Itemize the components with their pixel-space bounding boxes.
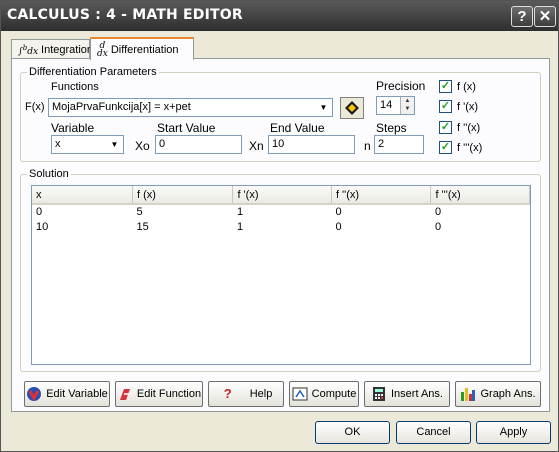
table-cell: 0 (36, 206, 43, 218)
end-value-label: End Value (270, 121, 325, 135)
table-header-row: x f (x) f '(x) f ''(x) f '''(x) (32, 186, 530, 205)
table-cell: 15 (136, 220, 149, 233)
steps-value: 2 (378, 138, 385, 150)
apply-button[interactable]: Apply (476, 421, 551, 444)
chevron-down-icon: ▼ (110, 140, 119, 149)
help-title-button[interactable]: ? (511, 6, 533, 27)
insert-answer-button[interactable]: Insert Ans. (364, 381, 450, 407)
table-row[interactable]: 0 5 1 0 0 (32, 204, 530, 219)
edit-function-icon (119, 389, 130, 400)
window-title: CALCULUS : 4 - MATH EDITOR (7, 7, 243, 23)
precision-value: 14 (380, 99, 393, 111)
math-editor-window: CALCULUS : 4 - MATH EDITOR ? ✕ ∫bdx Inte… (0, 0, 559, 452)
table-cell: 0 (335, 220, 342, 233)
graph-answer-button[interactable]: Graph Ans. (455, 381, 541, 407)
check-fx-label: f (x) (457, 80, 476, 93)
variable-combo[interactable]: x ▼ (51, 135, 124, 154)
functions-label: Functions (51, 81, 99, 93)
tab-label: Differentiation (110, 43, 179, 56)
start-value-input[interactable]: 0 (155, 135, 242, 154)
check-f3x[interactable]: ✓ f '''(x) (439, 141, 482, 154)
check-fx[interactable]: ✓ f (x) (439, 80, 476, 93)
differentiation-panel: Differentiation Parameters Functions F(x… (11, 58, 550, 412)
column-header[interactable]: f (x) (132, 186, 234, 205)
solution-table[interactable]: x f (x) f '(x) f ''(x) f '''(x) 0 5 1 0 … (31, 185, 531, 365)
help-button[interactable]: ? Help (208, 381, 284, 407)
close-title-button[interactable]: ✕ (534, 6, 556, 27)
bar-chart-icon (461, 388, 476, 401)
fx-label: F(x) (25, 101, 45, 113)
n-prefix: n (364, 139, 371, 153)
end-value-input[interactable]: 10 (268, 135, 355, 154)
column-header[interactable]: f ''(x) (331, 186, 432, 205)
start-value: 0 (159, 138, 166, 150)
function-combo[interactable]: MojaPrvaFunkcija[x] = x+pet ▼ (48, 98, 333, 117)
steps-input[interactable]: 2 (374, 135, 424, 154)
column-header[interactable]: f '(x) (232, 186, 332, 205)
edit-function-label: Edit Function (136, 388, 202, 400)
ok-button[interactable]: OK (315, 421, 390, 444)
help-label: Help (249, 388, 273, 400)
table-cell: 0 (434, 206, 442, 218)
edit-variable-icon (27, 387, 42, 402)
checkmark-icon: ✓ (439, 100, 452, 113)
solution-group-label: Solution (27, 168, 71, 180)
graph-answer-label: Graph Ans. (480, 388, 536, 400)
check-f1x-label: f '(x) (457, 100, 479, 113)
checkmark-icon: ✓ (439, 80, 452, 93)
variable-value: x (55, 138, 61, 150)
title-bar[interactable]: CALCULUS : 4 - MATH EDITOR ? ✕ (1, 1, 558, 31)
check-f3x-label: f '''(x) (457, 141, 483, 154)
chevron-down-icon: ▼ (319, 103, 328, 112)
compute-icon (292, 387, 308, 401)
column-header[interactable]: f '''(x) (430, 186, 530, 205)
compute-label: Compute (311, 388, 357, 400)
table-cell: 10 (36, 220, 49, 233)
check-f1x[interactable]: ✓ f '(x) (439, 100, 478, 113)
function-pen-icon (345, 101, 359, 115)
x0-prefix: Xo (135, 139, 150, 153)
table-cell: 0 (434, 220, 442, 233)
tab-integration[interactable]: ∫bdx Integration (11, 39, 94, 59)
end-value: 10 (272, 138, 285, 150)
calculator-icon (373, 387, 385, 401)
tab-label: Integration (41, 43, 94, 56)
check-f2x[interactable]: ✓ f ''(x) (439, 121, 480, 134)
table-cell: 1 (236, 206, 244, 218)
steps-label: Steps (376, 121, 407, 135)
insert-answer-label: Insert Ans. (391, 388, 443, 400)
xn-prefix: Xn (249, 139, 264, 153)
parameters-group-label: Differentiation Parameters (27, 66, 159, 78)
precision-spinner[interactable]: 14 ▲ ▼ (376, 96, 415, 115)
integral-icon: ∫bdx (18, 43, 39, 57)
column-header[interactable]: x (32, 186, 133, 205)
edit-variable-label: Edit Variable (46, 388, 108, 400)
table-cell: 0 (335, 206, 342, 218)
cancel-button[interactable]: Cancel (396, 421, 471, 444)
checkmark-icon: ✓ (439, 121, 452, 134)
function-value: MojaPrvaFunkcija[x] = x+pet (52, 101, 191, 113)
spinner-arrows-icon[interactable]: ▲ ▼ (400, 97, 414, 114)
start-value-label: Start Value (157, 121, 216, 135)
derivative-icon: d dx (97, 40, 108, 59)
edit-function-button[interactable]: Edit Function (115, 381, 203, 407)
function-editor-button[interactable] (340, 97, 364, 119)
check-f2x-label: f ''(x) (457, 121, 481, 134)
table-cell: 1 (236, 220, 244, 233)
checkmark-icon: ✓ (439, 141, 452, 154)
variable-label: Variable (51, 121, 95, 135)
edit-variable-button[interactable]: Edit Variable (24, 381, 110, 407)
question-icon: ? (223, 386, 232, 401)
table-cell: 5 (136, 206, 143, 218)
table-row[interactable]: 10 15 1 0 0 (32, 219, 530, 234)
parameters-group: Differentiation Parameters Functions F(x… (20, 66, 541, 162)
precision-label: Precision (376, 79, 426, 93)
tab-differentiation[interactable]: d dx Differentiation (90, 37, 194, 60)
compute-button[interactable]: Compute (289, 381, 359, 407)
